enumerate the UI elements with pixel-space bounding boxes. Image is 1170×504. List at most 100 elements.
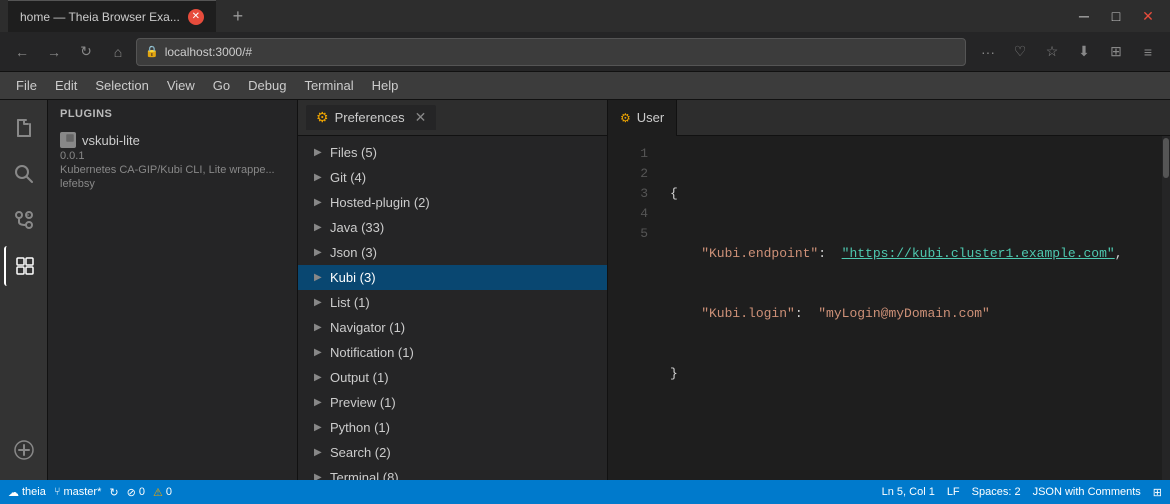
scrollbar-thumb[interactable]: [1163, 138, 1169, 178]
layout-button[interactable]: ⊞: [1102, 38, 1130, 66]
statusbar-spaces[interactable]: Spaces: 2: [972, 486, 1021, 499]
tab-close-button[interactable]: ✕: [188, 9, 204, 25]
preferences-list-item[interactable]: ▶Notification (1): [298, 340, 607, 365]
menu-go[interactable]: Go: [205, 76, 238, 95]
statusbar-sync[interactable]: ↻: [109, 486, 118, 499]
preferences-list-item[interactable]: ▶Hosted-plugin (2): [298, 190, 607, 215]
preferences-list-item[interactable]: ▶Output (1): [298, 365, 607, 390]
preferences-list-item[interactable]: ▶Preview (1): [298, 390, 607, 415]
editor-tab-icon: ⚙: [620, 111, 631, 125]
statusbar-left: ☁ theia ⑂ master* ↻ ⊘ 0 ⚠ 0: [8, 486, 172, 499]
activitybar-add[interactable]: [4, 430, 44, 470]
preferences-list-item[interactable]: ▶Search (2): [298, 440, 607, 465]
statusbar-branch[interactable]: ⑂ master*: [54, 486, 102, 498]
activitybar-search[interactable]: [4, 154, 44, 194]
menu-edit[interactable]: Edit: [47, 76, 85, 95]
preferences-tab-bar: ⚙ Preferences ✕: [298, 100, 607, 136]
preferences-tab[interactable]: ⚙ Preferences ✕: [306, 105, 436, 130]
new-tab-button[interactable]: +: [224, 2, 252, 30]
menu-help[interactable]: Help: [364, 76, 407, 95]
preferences-list-item[interactable]: ▶ Python (1): [298, 415, 607, 440]
preferences-tab-label: Preferences: [335, 110, 405, 125]
back-button[interactable]: ←: [8, 38, 36, 66]
star-button[interactable]: ☆: [1038, 38, 1066, 66]
prefs-item-label: Python (1): [330, 420, 390, 435]
prefs-arrow-icon: ▶: [314, 147, 324, 158]
menu-selection[interactable]: Selection: [87, 76, 156, 95]
bookmark-button[interactable]: ♡: [1006, 38, 1034, 66]
prefs-arrow-icon: ▶: [314, 272, 324, 283]
preferences-tab-close[interactable]: ✕: [415, 109, 427, 126]
branch-icon: ⑂: [54, 486, 61, 498]
preferences-list-item[interactable]: ▶Files (5): [298, 140, 607, 165]
errors-icon: ⊘: [127, 486, 136, 499]
prefs-arrow-icon: ▶: [314, 422, 324, 433]
code-line-3: "Kubi.login": "myLogin@myDomain.com": [670, 304, 1150, 324]
statusbar-warnings[interactable]: ⚠ 0: [153, 486, 172, 499]
editor-tab-bar: ⚙ User: [608, 100, 1170, 136]
prefs-arrow-icon: ▶: [314, 297, 324, 308]
menu-file[interactable]: File: [8, 76, 45, 95]
prefs-item-label: Search (2): [330, 445, 391, 460]
line-num-3: 3: [608, 184, 648, 204]
plugin-description: Kubernetes CA-GIP/Kubi CLI, Lite wrappe.…: [60, 164, 285, 176]
statusbar-eol[interactable]: LF: [947, 486, 960, 499]
statusbar-theia[interactable]: ☁ theia: [8, 486, 46, 499]
prefs-arrow-icon: ▶: [314, 347, 324, 358]
line-numbers: 1 2 3 4 5: [608, 136, 658, 480]
url-text: localhost:3000/#: [165, 45, 252, 59]
preferences-list-item[interactable]: ▶Java (33): [298, 215, 607, 240]
more-button[interactable]: ···: [974, 38, 1002, 66]
statusbar-errors[interactable]: ⊘ 0: [127, 486, 145, 499]
editor-tab-user[interactable]: ⚙ User: [608, 100, 677, 136]
preferences-list-item[interactable]: ▶Json (3): [298, 240, 607, 265]
prefs-arrow-icon: ▶: [314, 322, 324, 333]
plugin-version: 0.0.1: [60, 150, 285, 162]
download-button[interactable]: ⬇: [1070, 38, 1098, 66]
browser-menu-button[interactable]: ≡: [1134, 38, 1162, 66]
lang-label: JSON with Comments: [1033, 486, 1141, 498]
close-window-button[interactable]: ✕: [1134, 2, 1162, 30]
editor-area: ⚙ User 1 2 3 4 5 { "Kubi.endpoint": "htt…: [608, 100, 1170, 480]
prefs-item-label: Hosted-plugin (2): [330, 195, 430, 210]
maximize-button[interactable]: □: [1102, 2, 1130, 30]
plugin-icon: [60, 132, 76, 148]
statusbar-layout[interactable]: ⊞: [1153, 486, 1162, 499]
statusbar-right: Ln 5, Col 1 LF Spaces: 2 JSON with Comme…: [882, 486, 1162, 499]
statusbar-lang[interactable]: JSON with Comments: [1033, 486, 1141, 499]
statusbar: ☁ theia ⑂ master* ↻ ⊘ 0 ⚠ 0 Ln 5, Col 1 …: [0, 480, 1170, 504]
browser-tab[interactable]: home — Theia Browser Exa... ✕: [8, 0, 216, 32]
minimize-button[interactable]: ─: [1070, 2, 1098, 30]
activitybar-extensions[interactable]: [4, 246, 44, 286]
spaces-label: Spaces: 2: [972, 486, 1021, 498]
editor-content: 1 2 3 4 5 { "Kubi.endpoint": "https://ku…: [608, 136, 1170, 480]
menu-view[interactable]: View: [159, 76, 203, 95]
menu-debug[interactable]: Debug: [240, 76, 294, 95]
preferences-list-item[interactable]: ▶Terminal (8): [298, 465, 607, 480]
tab-title: home — Theia Browser Exa...: [20, 10, 180, 24]
activitybar-files[interactable]: [4, 108, 44, 148]
plugin-author: lefebsy: [60, 178, 285, 190]
activitybar-source-control[interactable]: [4, 200, 44, 240]
preferences-list-item[interactable]: ▶ List (1): [298, 290, 607, 315]
window-controls: ─ □ ✕: [1070, 2, 1162, 30]
prefs-item-label: List (1): [330, 295, 370, 310]
menu-terminal[interactable]: Terminal: [296, 76, 361, 95]
url-bar[interactable]: 🔒 localhost:3000/#: [136, 38, 966, 66]
editor-scrollbar[interactable]: [1162, 136, 1170, 480]
plugin-item[interactable]: vskubi-lite 0.0.1 Kubernetes CA-GIP/Kubi…: [48, 128, 297, 194]
preferences-list-item[interactable]: ▶Navigator (1): [298, 315, 607, 340]
code-editor[interactable]: { "Kubi.endpoint": "https://kubi.cluster…: [658, 136, 1162, 480]
forward-button[interactable]: →: [40, 38, 68, 66]
prefs-arrow-icon: ▶: [314, 247, 324, 258]
statusbar-position[interactable]: Ln 5, Col 1: [882, 486, 935, 499]
preferences-list-item[interactable]: ▶Kubi (3): [298, 265, 607, 290]
preferences-list-item[interactable]: ▶Git (4): [298, 165, 607, 190]
prefs-item-label: Preview (1): [330, 395, 396, 410]
editor-tab-label: User: [637, 110, 664, 125]
prefs-arrow-icon: ▶: [314, 372, 324, 383]
home-button[interactable]: ⌂: [104, 38, 132, 66]
refresh-button[interactable]: ↻: [72, 38, 100, 66]
line-num-1: 1: [608, 144, 648, 164]
errors-count: 0: [139, 486, 145, 498]
